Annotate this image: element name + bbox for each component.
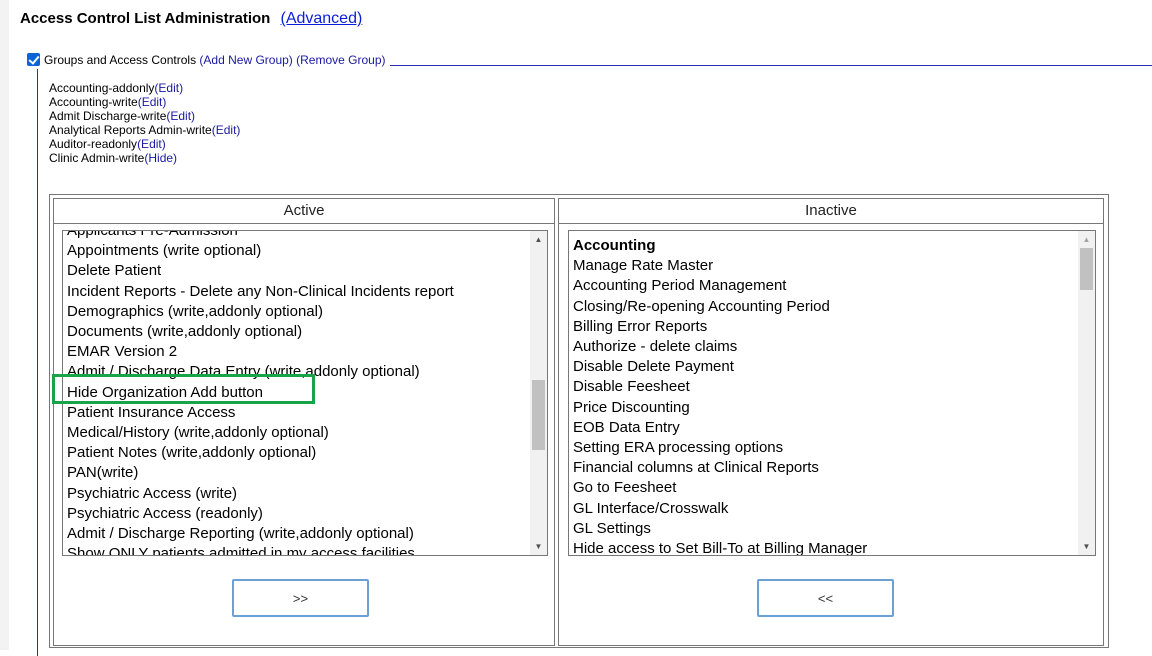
- move-to-active-button[interactable]: <<: [757, 579, 894, 617]
- list-option[interactable]: Delete Patient: [67, 261, 529, 281]
- inactive-column: Inactive Accounting Manage Rate Master Acc…: [558, 198, 1104, 646]
- add-new-group-link[interactable]: (Add New Group): [199, 53, 292, 67]
- group-list: Accounting-addonly(Edit) Accounting-writ…: [49, 81, 240, 165]
- group-edit-link[interactable]: (Edit): [138, 95, 167, 109]
- group-item: Analytical Reports Admin-write(Edit): [49, 123, 240, 137]
- list-option[interactable]: Applicants Pre-Admission: [67, 231, 529, 241]
- list-option[interactable]: Disable Delete Payment: [573, 357, 1077, 377]
- active-column: Active Applicants Pre-Admission Appointme…: [53, 198, 555, 646]
- inactive-column-header: Inactive: [559, 199, 1103, 224]
- list-option[interactable]: Closing/Re-opening Accounting Period: [573, 297, 1077, 317]
- group-name: Accounting-addonly: [49, 81, 155, 95]
- list-option[interactable]: GL Interface/Crosswalk: [573, 499, 1077, 519]
- group-name: Analytical Reports Admin-write: [49, 123, 212, 137]
- list-option[interactable]: Financial columns at Clinical Reports: [573, 458, 1077, 478]
- inactive-scroll-thumb[interactable]: [1080, 248, 1093, 290]
- list-option[interactable]: Show ONLY patients admitted in my access…: [67, 544, 529, 555]
- group-item: Admit Discharge-write(Edit): [49, 109, 240, 123]
- list-option[interactable]: Manage Rate Master: [573, 256, 1077, 276]
- group-edit-link[interactable]: (Edit): [137, 137, 166, 151]
- group-edit-link[interactable]: (Edit): [166, 109, 195, 123]
- group-name: Admit Discharge-write: [49, 109, 167, 123]
- list-option[interactable]: Patient Insurance Access: [67, 403, 529, 423]
- left-gutter: [0, 0, 9, 650]
- list-option[interactable]: Incident Reports - Delete any Non-Clinic…: [67, 282, 529, 302]
- group-edit-link[interactable]: (Edit): [154, 81, 183, 95]
- group-item: Clinic Admin-write(Hide): [49, 151, 240, 165]
- inactive-listbox[interactable]: Accounting Manage Rate Master Accounting P…: [568, 230, 1096, 556]
- groups-section-header: Groups and Access Controls (Add New Grou…: [27, 51, 390, 69]
- list-option[interactable]: Medical/History (write,addonly optional): [67, 423, 529, 443]
- list-option[interactable]: EOB Data Entry: [573, 418, 1077, 438]
- remove-group-link[interactable]: (Remove Group): [296, 53, 385, 67]
- scroll-down-arrow-icon[interactable]: ▼: [530, 538, 547, 555]
- scroll-up-arrow-icon[interactable]: ▲: [530, 231, 547, 248]
- group-item: Auditor-readonly(Edit): [49, 137, 240, 151]
- list-option[interactable]: Psychiatric Access (write): [67, 484, 529, 504]
- active-scroll-thumb[interactable]: [532, 380, 545, 450]
- group-name: Accounting-write: [49, 95, 138, 109]
- access-controls-table: Active Applicants Pre-Admission Appointme…: [49, 194, 1109, 648]
- list-option[interactable]: Hide Organization Add button: [67, 383, 529, 403]
- group-name: Auditor-readonly: [49, 137, 138, 151]
- list-option[interactable]: Setting ERA processing options: [573, 438, 1077, 458]
- list-option[interactable]: GL Settings: [573, 519, 1077, 539]
- group-hide-link[interactable]: (Hide): [144, 151, 177, 165]
- group-name: Clinic Admin-write: [49, 151, 145, 165]
- list-option[interactable]: Appointments (write optional): [67, 241, 529, 261]
- list-option[interactable]: Authorize - delete claims: [573, 337, 1077, 357]
- list-option[interactable]: Hide access to Set Bill-To at Billing Ma…: [573, 539, 1077, 555]
- list-option[interactable]: Admit / Discharge Data Entry (write,addo…: [67, 362, 529, 382]
- active-listbox[interactable]: Applicants Pre-Admission Appointments (wr…: [62, 230, 548, 556]
- group-item: Accounting-addonly(Edit): [49, 81, 240, 95]
- list-option[interactable]: Psychiatric Access (readonly): [67, 504, 529, 524]
- list-option[interactable]: Billing Error Reports: [573, 317, 1077, 337]
- move-to-inactive-button[interactable]: >>: [232, 579, 369, 617]
- list-option[interactable]: Patient Notes (write,addonly optional): [67, 443, 529, 463]
- group-edit-link[interactable]: (Edit): [212, 123, 241, 137]
- page-header: Access Control List Administration (Adva…: [20, 9, 362, 29]
- list-option[interactable]: Disable Feesheet: [573, 377, 1077, 397]
- advanced-link[interactable]: (Advanced): [280, 10, 362, 27]
- group-item: Accounting-write(Edit): [49, 95, 240, 109]
- list-option[interactable]: Admit / Discharge Reporting (write,addon…: [67, 524, 529, 544]
- list-option[interactable]: Go to Feesheet: [573, 478, 1077, 498]
- list-option[interactable]: Demographics (write,addonly optional): [67, 302, 529, 322]
- list-option[interactable]: PAN(write): [67, 463, 529, 483]
- page-title: Access Control List Administration: [20, 10, 271, 27]
- list-option[interactable]: Accounting Period Management: [573, 276, 1077, 296]
- list-option[interactable]: Documents (write,addonly optional): [67, 322, 529, 342]
- active-column-header: Active: [54, 199, 554, 224]
- inactive-scrollbar[interactable]: ▲ ▼: [1078, 231, 1095, 555]
- list-option[interactable]: Price Discounting: [573, 398, 1077, 418]
- groups-section-label: Groups and Access Controls: [44, 53, 197, 67]
- active-list-items: Applicants Pre-Admission Appointments (wr…: [67, 231, 529, 555]
- inactive-list-items: Accounting Manage Rate Master Accounting P…: [573, 236, 1077, 555]
- scroll-up-arrow-icon[interactable]: ▲: [1078, 231, 1095, 248]
- list-option[interactable]: Accounting: [573, 236, 1077, 256]
- active-scrollbar[interactable]: ▲ ▼: [530, 231, 547, 555]
- scroll-down-arrow-icon[interactable]: ▼: [1078, 538, 1095, 555]
- list-option[interactable]: EMAR Version 2: [67, 342, 529, 362]
- groups-checkbox[interactable]: [27, 53, 40, 66]
